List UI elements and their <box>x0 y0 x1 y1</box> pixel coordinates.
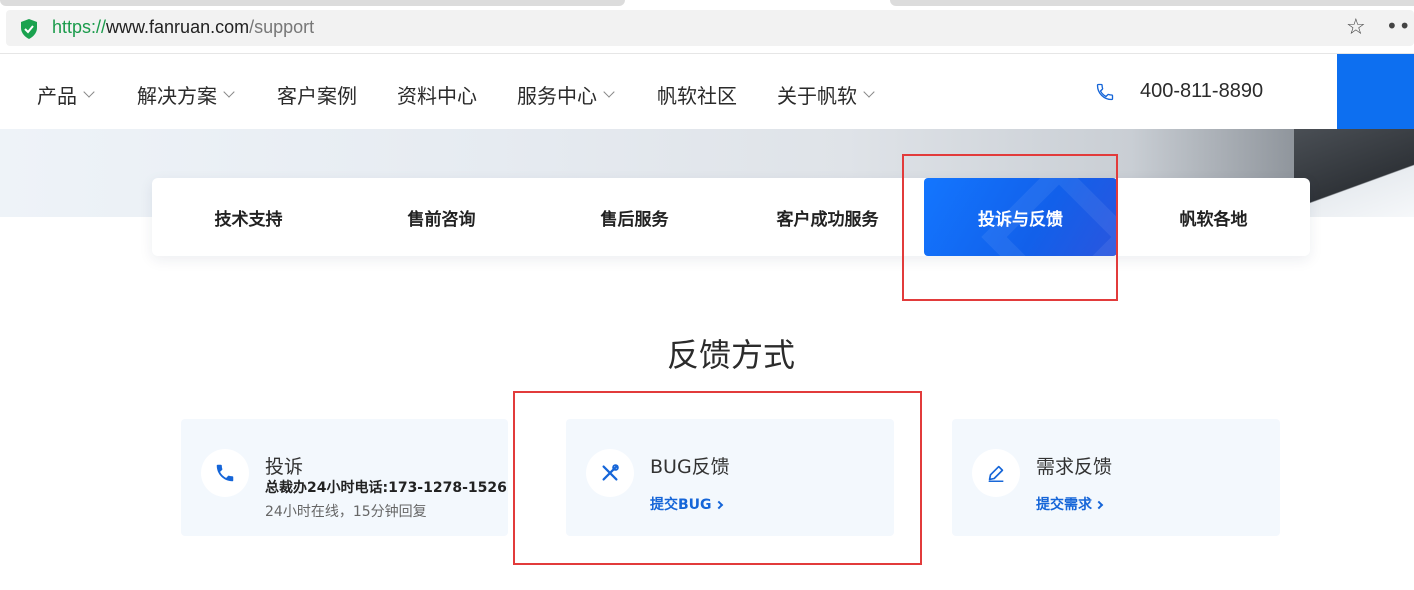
chevron-down-icon <box>603 85 615 98</box>
tab-customer-success[interactable]: 客户成功服务 <box>731 178 924 256</box>
phone-icon <box>201 449 249 497</box>
tab-aftersales[interactable]: 售后服务 <box>538 178 731 256</box>
nav-item-label: 客户案例 <box>277 84 357 108</box>
hotline-text: 总裁办24小时电话:173-1278-1526 <box>265 480 507 496</box>
tab-label: 客户成功服务 <box>776 209 879 230</box>
url-scheme: https:// <box>52 17 107 37</box>
chevron-down-icon <box>863 85 875 98</box>
tab-label: 售前咨询 <box>407 209 476 230</box>
chevron-down-icon <box>223 85 235 98</box>
nav-item-service-center[interactable]: 服务中心 <box>517 80 615 109</box>
highlight-box-tab <box>902 154 1118 301</box>
nav-item-about[interactable]: 关于帆软 <box>777 80 875 109</box>
shield-icon <box>20 19 38 39</box>
card-title: 需求反馈 <box>1036 456 1113 478</box>
nav-item-label: 资料中心 <box>397 84 477 108</box>
complaint-card: 投诉 总裁办24小时电话:173-1278-1526 24小时在线，15分钟回复 <box>181 419 508 536</box>
url-host: www.fanruan.com <box>106 17 250 37</box>
nav-item-label: 关于帆软 <box>777 84 857 108</box>
phone-number[interactable]: 400-811-8890 <box>1140 80 1263 103</box>
address-bar[interactable]: https://www.fanruan.com/support ☆ ••• <box>6 10 1414 46</box>
tab-locations[interactable]: 帆软各地 <box>1117 178 1310 256</box>
nav-item-label: 产品 <box>37 84 77 108</box>
browser-tab[interactable] <box>890 0 1414 6</box>
nav-item-resources[interactable]: 资料中心 <box>397 80 477 109</box>
response-note: 24小时在线，15分钟回复 <box>265 504 427 520</box>
nav-cta-button[interactable] <box>1337 54 1414 129</box>
site-nav: 产品 解决方案 客户案例 资料中心 服务中心 帆软社区 关于帆软 400-811… <box>0 54 1414 129</box>
chevron-down-icon <box>83 85 95 98</box>
url-text[interactable]: https://www.fanruan.com/support <box>52 17 314 38</box>
tab-label: 售后服务 <box>600 209 669 230</box>
chevron-right-icon <box>1094 500 1104 510</box>
nav-item-label: 解决方案 <box>137 84 217 108</box>
tab-label: 帆软各地 <box>1179 209 1248 230</box>
pencil-icon <box>972 449 1020 497</box>
support-tabs: 技术支持 售前咨询 售后服务 客户成功服务 投诉与反馈 帆软各地 <box>152 178 1310 256</box>
section-title: 反馈方式 <box>666 336 795 374</box>
browser-tab[interactable] <box>0 0 625 6</box>
card-title: 投诉 <box>265 456 304 478</box>
nav-item-products[interactable]: 产品 <box>37 80 95 109</box>
hero-image <box>1294 129 1414 217</box>
more-icon[interactable]: ••• <box>1386 14 1414 38</box>
nav-item-label: 帆软社区 <box>657 84 737 108</box>
tab-tech-support[interactable]: 技术支持 <box>152 178 345 256</box>
link-label: 提交需求 <box>1036 497 1092 513</box>
nav-item-label: 服务中心 <box>517 84 597 108</box>
tab-presales[interactable]: 售前咨询 <box>345 178 538 256</box>
nav-item-community[interactable]: 帆软社区 <box>657 80 737 109</box>
nav-item-cases[interactable]: 客户案例 <box>277 80 357 109</box>
request-card: 需求反馈 提交需求 <box>952 419 1280 536</box>
nav-item-solutions[interactable]: 解决方案 <box>137 80 235 109</box>
star-icon[interactable]: ☆ <box>1346 17 1366 39</box>
browser-tabstrip <box>0 0 1414 8</box>
phone-icon <box>1095 82 1115 102</box>
highlight-box-bug <box>513 391 922 565</box>
submit-request-link[interactable]: 提交需求 <box>1036 494 1104 514</box>
tab-label: 技术支持 <box>214 209 283 230</box>
url-path: /support <box>249 17 315 37</box>
